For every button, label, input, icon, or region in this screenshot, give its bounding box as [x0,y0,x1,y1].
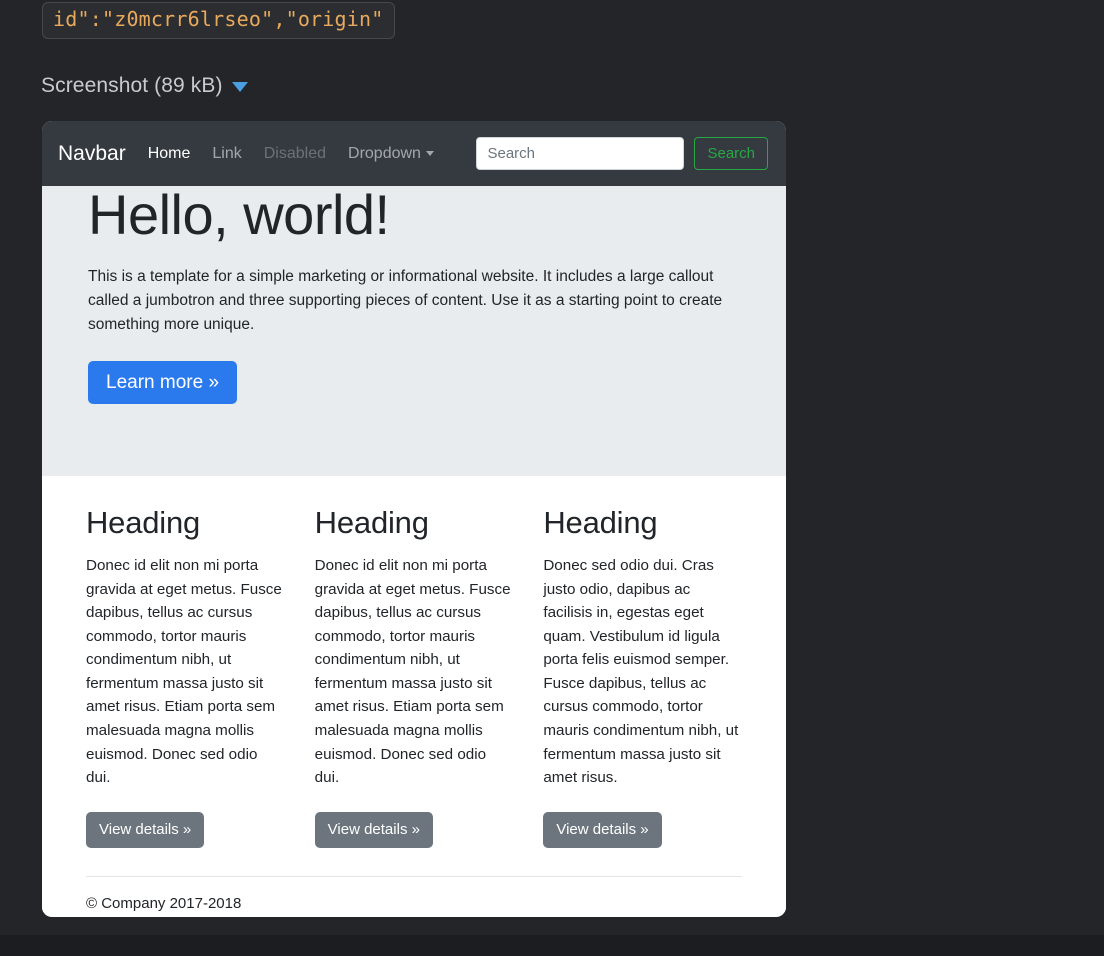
jumbotron-lead: This is a template for a simple marketin… [88,268,723,333]
navbar-brand[interactable]: Navbar [58,142,126,166]
nav-link-link[interactable]: Link [212,145,241,163]
caret-down-icon[interactable] [231,82,248,92]
column-body: Donec id elit non mi porta gravida at eg… [314,557,511,787]
column-body: Donec sed odio dui. Cras justo odio, dap… [543,557,739,787]
search-input[interactable] [476,137,685,170]
navbar-links: Home Link Disabled Dropdown [148,145,434,163]
json-snippet-chip: id":"z0mcrr6lrseo","origin" [42,2,395,39]
footer: © Company 2017-2018 [86,875,742,912]
page-title: Hello, world! [88,186,390,246]
column-heading: Heading [86,505,201,540]
feature-column: Heading Donec sed odio dui. Cras justo o… [543,505,742,848]
code-chip-row: id":"z0mcrr6lrseo","origin" [42,2,395,39]
copyright-text: © Company 2017-2018 [86,894,242,912]
search-button[interactable]: Search [694,137,768,170]
feature-column: Heading Donec id elit non mi porta gravi… [86,505,285,848]
view-details-button[interactable]: View details » [314,811,433,848]
jumbotron: Hello, world! This is a template for a s… [42,186,786,476]
nav-link-home[interactable]: Home [148,145,191,163]
chevron-down-icon [425,151,434,156]
column-heading: Heading [314,505,429,540]
navbar-search-form: Search [476,137,768,170]
content-section: Heading Donec id elit non mi porta gravi… [42,476,786,912]
navbar: Navbar Home Link Disabled Dropdown Searc… [42,121,786,186]
feature-columns: Heading Donec id elit non mi porta gravi… [86,505,742,848]
feature-column: Heading Donec id elit non mi porta gravi… [314,505,514,848]
screenshot-preview-card: Navbar Home Link Disabled Dropdown Searc… [42,121,786,917]
column-heading: Heading [543,505,658,540]
bottom-bar [0,935,1104,956]
learn-more-button[interactable]: Learn more » [88,361,238,405]
nav-dropdown-label: Dropdown [348,144,421,162]
nav-link-disabled: Disabled [263,144,327,162]
view-details-button[interactable]: View details » [86,811,205,848]
column-body: Donec id elit non mi porta gravida at eg… [86,557,282,787]
view-details-button[interactable]: View details » [543,811,662,848]
attachment-label: Screenshot (89 kB) [41,74,223,97]
nav-link-dropdown[interactable]: Dropdown [348,145,434,163]
attachment-header[interactable]: Screenshot (89 kB) [41,75,248,96]
